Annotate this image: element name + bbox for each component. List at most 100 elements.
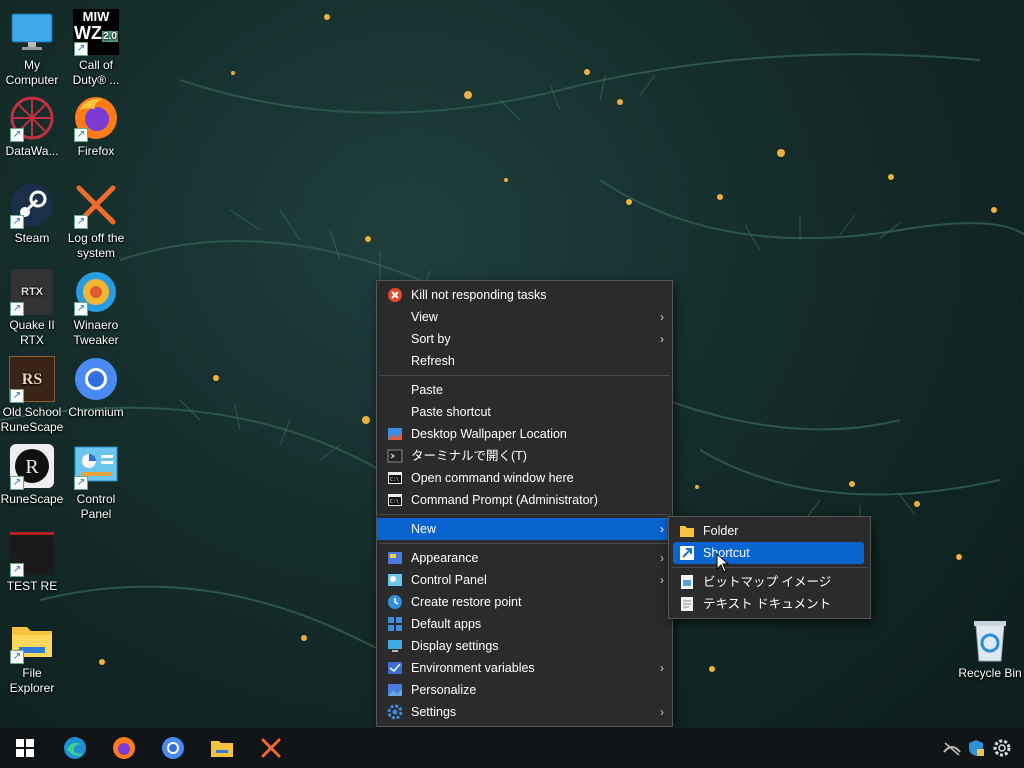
runescape-icon: R ↗ [8,442,56,490]
desktop-icon-old-school-runescape[interactable]: RS ↗ Old School RuneScape [0,355,64,435]
shortcut-arrow-icon: ↗ [10,476,24,490]
winaero-tweaker-icon: ↗ [72,268,120,316]
desktop-icon-label: Quake II RTX [9,318,55,347]
shortcut-arrow-icon: ↗ [10,302,24,316]
appearance-icon [387,550,403,566]
menu-item-new[interactable]: New › [377,518,672,540]
shortcut-arrow-icon: ↗ [74,302,88,316]
desktop-icon-label: Log off the system [67,231,125,260]
desktop-icon-runescape[interactable]: R ↗ RuneScape [0,442,64,507]
shortcut-arrow-icon: ↗ [74,128,88,142]
display-icon [387,638,403,654]
chevron-right-icon: › [660,310,664,324]
svg-text:C:\: C:\ [390,499,399,505]
settings-gear-icon[interactable] [986,732,1018,764]
menu-item-label: Sort by [411,332,451,346]
menu-item-open-command-window[interactable]: C:\ Open command window here [377,467,672,489]
shortcut-arrow-icon: ↗ [74,476,88,490]
svg-text:R: R [25,456,39,478]
desktop-icon-test-re[interactable]: ↗ TEST RE [0,529,64,594]
desktop-icon-label: Firefox [77,144,115,158]
menu-separator [379,543,670,544]
submenu-item-bitmap-image[interactable]: ビットマップ イメージ [669,571,870,593]
shortcut-arrow-icon: ↗ [10,215,24,229]
wallpaper-icon [387,426,403,442]
submenu-item-text-document[interactable]: テキスト ドキュメント [669,593,870,615]
steam-icon: ↗ [8,181,56,229]
menu-item-sort-by[interactable]: Sort by › [377,328,672,350]
folder-icon [679,523,695,539]
new-submenu: Folder Shortcut ビットマップ イメージ テキスト ドキュメント [668,516,871,619]
wz-version-text: 2.0 [102,31,118,42]
menu-item-label: ターミナルで開く(T) [411,449,527,463]
control-panel-icon: ↗ [72,442,120,490]
menu-item-kill-tasks[interactable]: Kill not responding tasks [377,284,672,306]
desktop-icon-winaero[interactable]: ↗ Winaero Tweaker [64,268,128,348]
menu-item-default-apps[interactable]: Default apps [377,613,672,635]
desktop-icon-label: Chromium [68,405,124,419]
menu-item-create-restore-point[interactable]: Create restore point [377,591,672,613]
svg-text:C:\: C:\ [390,477,399,483]
desktop-icon-firefox[interactable]: ↗ Firefox [64,94,128,159]
chevron-right-icon: › [660,661,664,675]
personalize-icon [387,682,403,698]
cmd-admin-icon: C:\ [387,492,403,508]
desktop-icon-chromium[interactable]: Chromium [64,355,128,420]
menu-item-label: Default apps [411,617,482,631]
windows-start-icon[interactable] [9,732,41,764]
shortcut-icon [679,545,695,561]
firefox-icon[interactable] [108,732,140,764]
shortcut-arrow-icon: ↗ [10,389,24,403]
menu-item-open-terminal[interactable]: ターミナルで開く(T) [377,445,672,467]
desktop-icon-recycle-bin[interactable]: Recycle Bin [958,616,1022,681]
quake-rtx-icon: RTX ↗ [8,268,56,316]
menu-item-environment-variables[interactable]: Environment variables › [377,657,672,679]
desktop-icon-label: Old School RuneScape [0,405,64,434]
settings-gear-icon [387,704,403,720]
desktop-icon-steam[interactable]: ↗ Steam [0,181,64,246]
desktop-icon-datawa[interactable]: ↗ DataWa... [0,94,64,159]
shortcut-arrow-icon: ↗ [10,128,24,142]
menu-item-display-settings[interactable]: Display settings [377,635,672,657]
desktop-icon-label: File Explorer [9,666,55,695]
menu-separator [671,567,868,568]
shortcut-arrow-icon: ↗ [10,650,24,664]
desktop-icon-quake-rtx[interactable]: RTX ↗ Quake II RTX [0,268,64,348]
restore-point-icon [387,594,403,610]
firefox-icon: ↗ [72,94,120,142]
menu-item-label: Open command window here [411,471,574,485]
menu-item-label: Kill not responding tasks [411,288,547,302]
desktop-icon-call-of-duty[interactable]: MIW WZ2.0 ↗ Call of Duty® ... [64,8,128,88]
desktop-icon-my-computer[interactable]: My Computer [0,8,64,88]
mouse-cursor-icon [716,553,730,573]
menu-item-label: Paste shortcut [411,405,491,419]
menu-item-personalize[interactable]: Personalize [377,679,672,701]
taskbar [0,728,1024,768]
desktop-icon-file-explorer[interactable]: ↗ File Explorer [0,616,64,696]
menu-item-paste[interactable]: Paste [377,379,672,401]
desktop-icon-control-panel[interactable]: ↗ Control Panel [64,442,128,522]
log-off-icon[interactable] [255,732,287,764]
menu-item-label: Personalize [411,683,477,697]
menu-item-command-prompt-admin[interactable]: C:\ Command Prompt (Administrator) [377,489,672,511]
menu-item-settings[interactable]: Settings › [377,701,672,723]
submenu-item-shortcut[interactable]: Shortcut [673,542,864,564]
desktop-icon-log-off[interactable]: ↗ Log off the system [64,181,128,261]
menu-item-wallpaper-location[interactable]: Desktop Wallpaper Location [377,423,672,445]
test-re-icon: ↗ [8,529,56,577]
menu-item-paste-shortcut[interactable]: Paste shortcut [377,401,672,423]
file-explorer-icon[interactable] [206,732,238,764]
menu-item-appearance[interactable]: Appearance › [377,547,672,569]
submenu-item-folder[interactable]: Folder [669,520,870,542]
menu-item-refresh[interactable]: Refresh [377,350,672,372]
menu-item-control-panel[interactable]: Control Panel › [377,569,672,591]
submenu-item-label: Folder [703,524,739,538]
edge-icon[interactable] [59,732,91,764]
menu-item-view[interactable]: View › [377,306,672,328]
menu-item-label: Display settings [411,639,499,653]
kill-tasks-icon [387,287,403,303]
chromium-icon[interactable] [157,732,189,764]
chevron-right-icon: › [660,705,664,719]
menu-item-label: Desktop Wallpaper Location [411,427,567,441]
text-document-icon [679,596,695,612]
